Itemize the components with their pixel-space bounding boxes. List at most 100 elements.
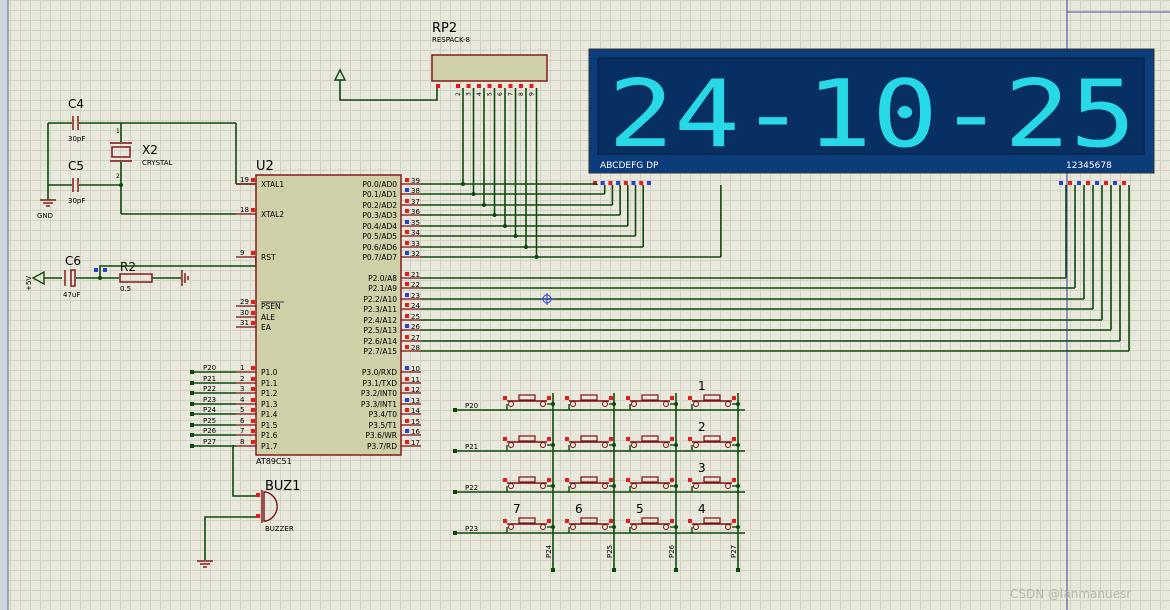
mcu-pin-number: 18 (240, 206, 249, 214)
display-digit-pin (1095, 181, 1099, 185)
mcu-pin-number: 26 (411, 323, 420, 331)
crystal-oscillator[interactable]: C4 30pF C5 30pF X2 CRYSTAL GND 1 2 (37, 97, 256, 220)
mcu-pin-name: P3.1/TXD (363, 379, 398, 388)
left-frame (0, 0, 8, 610)
mcu-pin-number: 30 (240, 309, 249, 317)
mcu-pin-number: 23 (411, 292, 420, 300)
net-label: P25 (203, 417, 216, 425)
mcu-pin-name: RST (261, 253, 276, 262)
schematic-drawing: RP2 RESPACK-8 23456789 24-10-25 ABCDEFG … (0, 0, 1170, 610)
digit-pin-labels: 12345678 (1066, 161, 1112, 171)
mcu-pin-number: 39 (411, 177, 420, 185)
mcu-pin-number: 12 (411, 386, 420, 394)
crystal-icon (111, 146, 131, 158)
mcu-pin-number: 33 (411, 240, 420, 248)
mcu-pin-number: 16 (411, 428, 420, 436)
mcu-pin-name: P0.2/AD2 (362, 201, 397, 210)
mcu-pin-number: 14 (411, 407, 420, 415)
mcu-pin-number: 6 (240, 417, 245, 425)
keypad-button[interactable] (503, 394, 555, 410)
keypad-button[interactable] (565, 435, 616, 451)
rp2-pin (508, 84, 513, 88)
keypad-button[interactable] (565, 476, 616, 492)
mcu-pin-number: 34 (411, 229, 420, 237)
display-segment-pin (623, 181, 628, 185)
keypad-button[interactable] (626, 435, 678, 451)
mcu-pin-name: P1.5 (261, 421, 278, 430)
keypad-button[interactable] (688, 476, 740, 492)
x2-value: CRYSTAL (142, 159, 173, 167)
mcu-pin-name: P2.3/A11 (363, 305, 397, 314)
mcu-pin-name: P3.7/RD (367, 442, 397, 451)
display-digit-pin (1086, 181, 1090, 185)
rp2-vcc-wire (339, 80, 438, 101)
keypad-matrix[interactable]: P20 P21 P22 P23 P24 P25 P26 P27 1 2 3 7 6 5 4 (453, 379, 745, 572)
keypad-button[interactable] (688, 394, 740, 410)
rp2-pin-number: 4 (476, 92, 483, 96)
keypad-button[interactable] (688, 517, 740, 533)
rp2-ref: RP2 (432, 21, 457, 36)
mcu-pin-number: 5 (240, 406, 244, 414)
mcu-at89c51[interactable]: U2 AT89C51 19 XTAL118 XTAL29 RST29 PSEN30 ALE… (190, 159, 421, 466)
display-segment-pin (639, 181, 644, 185)
mcu-pin-number: 25 (411, 313, 420, 321)
rp2-pin (519, 84, 523, 88)
u2-ref: U2 (256, 159, 274, 174)
mcu-pin-number: 28 (411, 344, 420, 352)
mcu-pin-number: 17 (411, 439, 420, 447)
keypad-button[interactable] (503, 476, 555, 492)
rp2-resistor-pack[interactable]: RP2 RESPACK-8 23456789 (431, 21, 548, 96)
rp2-pin-number: 7 (508, 92, 515, 96)
mcu-pin-number: 35 (411, 219, 420, 227)
crosshair-cursor-icon (541, 293, 553, 305)
keypad-button[interactable] (626, 517, 678, 533)
keypad-button[interactable] (565, 394, 616, 410)
mcu-pin-number: 29 (240, 298, 249, 306)
mcu-pin-number: 8 (240, 438, 244, 446)
mcu-pin-name: ALE (261, 313, 275, 322)
rp2-pin (498, 84, 502, 88)
display-digit-pin (1122, 181, 1126, 185)
keypad-row-net: P22 (465, 484, 478, 492)
mcu-pin-name: EA (261, 323, 272, 332)
mcu-pin-number: 32 (411, 250, 420, 258)
mcu-pin-name: P2.5/A13 (363, 326, 397, 335)
buz1-value: BUZZER (265, 525, 294, 533)
net-label: P26 (203, 427, 217, 435)
seven-segment-display[interactable]: 24-10-25 ABCDEFG DP 12345678 (588, 48, 1155, 185)
rp2-pin (529, 84, 534, 88)
key-label: 5 (636, 502, 644, 516)
keypad-button[interactable] (626, 394, 678, 410)
resistor-icon (119, 273, 153, 283)
display-digits: 24-10-25 (608, 60, 1136, 168)
key-label: 7 (513, 502, 521, 516)
mcu-pin-number: 37 (411, 198, 420, 206)
c4-value: 30pF (68, 135, 85, 143)
r2-ref: R2 (120, 260, 136, 274)
mcu-pin-number: 15 (411, 418, 420, 426)
keypad-button[interactable] (503, 517, 555, 533)
vcc-arrow-icon (31, 270, 45, 286)
reset-circuit[interactable]: C6 47uF R2 0.5 +5V (25, 254, 257, 299)
mcu-pin-number: 38 (411, 187, 420, 195)
schematic-canvas[interactable]: RP2 RESPACK-8 23456789 24-10-25 ABCDEFG … (0, 0, 1170, 610)
c6-value: 47uF (63, 291, 80, 299)
keypad-row-net: P21 (465, 443, 478, 451)
rp2-pin1 (436, 84, 440, 88)
keypad-button[interactable] (688, 435, 740, 451)
display-digit-pin (1113, 181, 1117, 185)
keypad-button[interactable] (565, 517, 616, 533)
mcu-pin-name: XTAL1 (261, 180, 284, 189)
mcu-pin-number: 31 (240, 319, 249, 327)
keypad-button[interactable] (626, 476, 678, 492)
mcu-pin-name: XTAL2 (261, 210, 284, 219)
keypad-button[interactable] (503, 435, 555, 451)
key-label: 3 (698, 461, 706, 475)
rp2-pin (487, 84, 492, 88)
display-segment-pin (631, 181, 636, 185)
mcu-pin-number: 11 (411, 376, 420, 384)
mcu-pin-name: P1.3 (261, 400, 278, 409)
keypad-row-net: P20 (465, 402, 478, 410)
rp2-pin (477, 84, 481, 88)
display-digit-pin (1077, 181, 1081, 185)
